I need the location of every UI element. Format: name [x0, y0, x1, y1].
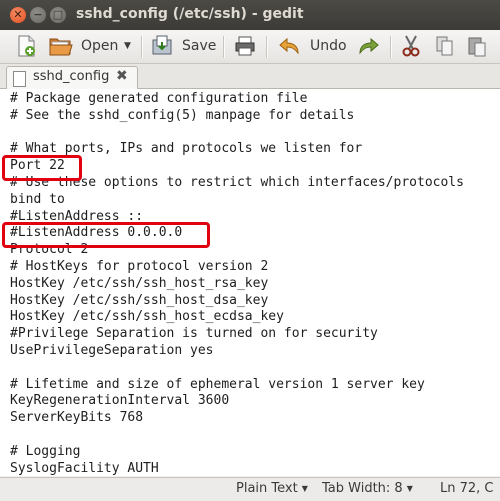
- editor-line: KeyRegenerationInterval 3600: [10, 393, 230, 409]
- language-label: Plain Text: [236, 481, 298, 496]
- tab-width-label: Tab Width: 8: [322, 481, 403, 496]
- editor-line: UsePrivilegeSeparation yes: [10, 342, 214, 358]
- open-button[interactable]: Open: [48, 34, 118, 58]
- new-document-icon: [18, 35, 35, 57]
- editor-line: SyslogFacility AUTH: [10, 460, 159, 476]
- print-button[interactable]: [233, 34, 257, 58]
- save-label: Save: [182, 38, 217, 54]
- open-folder-icon: [49, 38, 73, 56]
- editor-lines: # Package generated configuration file #…: [10, 91, 464, 476]
- editor-line: HostKey /etc/ssh/ssh_host_rsa_key: [10, 275, 269, 291]
- listen-address-highlight: [2, 222, 210, 248]
- window-title: sshd_config (/etc/ssh) - gedit: [76, 6, 304, 22]
- title-bar: ✕ − □ sshd_config (/etc/ssh) - gedit: [0, 0, 500, 30]
- save-icon: [152, 35, 172, 55]
- close-window-button[interactable]: ✕: [10, 7, 26, 23]
- new-document-button[interactable]: [16, 34, 38, 58]
- copy-button[interactable]: [434, 34, 456, 58]
- toolbar-separator: [390, 36, 392, 58]
- editor-line: #Privilege Separation is turned on for s…: [10, 326, 378, 342]
- tab-sshd-config[interactable]: sshd_config ✖: [6, 66, 138, 89]
- close-tab-icon[interactable]: ✖: [116, 68, 128, 84]
- port-line-highlight: [2, 155, 82, 181]
- chevron-down-icon: ▼: [406, 484, 413, 493]
- editor-line: # See the sshd_config(5) manpage for det…: [10, 107, 355, 123]
- text-editor[interactable]: # Package generated configuration file #…: [0, 89, 500, 476]
- scissors-icon: [402, 35, 420, 57]
- editor-line: HostKey /etc/ssh/ssh_host_ecdsa_key: [10, 309, 284, 325]
- editor-line: HostKey /etc/ssh/ssh_host_dsa_key: [10, 292, 269, 308]
- toolbar-separator: [266, 36, 268, 58]
- save-button[interactable]: Save: [150, 34, 216, 58]
- copy-icon: [436, 36, 453, 56]
- tab-label: sshd_config: [33, 69, 110, 84]
- editor-line: # Logging: [10, 443, 81, 459]
- printer-icon: [235, 36, 255, 56]
- open-recent-dropdown[interactable]: ▼: [124, 34, 131, 58]
- open-label: Open: [81, 38, 119, 54]
- toolbar-separator: [141, 36, 143, 58]
- cut-button[interactable]: [400, 34, 422, 58]
- cursor-position: Ln 72, C: [440, 481, 494, 496]
- undo-label: Undo: [310, 38, 347, 54]
- document-icon: [13, 71, 26, 87]
- editor-line: # HostKeys for protocol version 2: [10, 258, 269, 274]
- tab-width-selector[interactable]: Tab Width: 8 ▼: [322, 481, 413, 496]
- chevron-down-icon: ▼: [301, 484, 308, 493]
- editor-line: bind to: [10, 191, 65, 207]
- editor-line: # Package generated configuration file: [10, 91, 308, 106]
- editor-line: ServerKeyBits 768: [10, 410, 144, 426]
- undo-arrow-icon: [279, 37, 299, 55]
- language-selector[interactable]: Plain Text ▼: [236, 481, 308, 496]
- status-bar: Plain Text ▼ Tab Width: 8 ▼ Ln 72, C: [0, 477, 500, 501]
- redo-button[interactable]: [356, 34, 380, 58]
- editor-line: # Lifetime and size of ephemeral version…: [10, 376, 425, 392]
- chevron-down-icon: ▼: [124, 41, 131, 51]
- paste-icon: [468, 37, 486, 57]
- toolbar: Open ▼ Save Undo: [0, 30, 500, 64]
- maximize-window-button[interactable]: □: [50, 7, 66, 23]
- paste-button[interactable]: [466, 34, 488, 58]
- document-tab-bar: sshd_config ✖: [0, 64, 500, 89]
- minimize-window-button[interactable]: −: [30, 7, 46, 23]
- undo-button[interactable]: Undo: [278, 34, 347, 58]
- cursor-position-label: Ln 72, C: [440, 481, 494, 496]
- redo-arrow-icon: [359, 37, 379, 55]
- toolbar-separator: [223, 36, 225, 58]
